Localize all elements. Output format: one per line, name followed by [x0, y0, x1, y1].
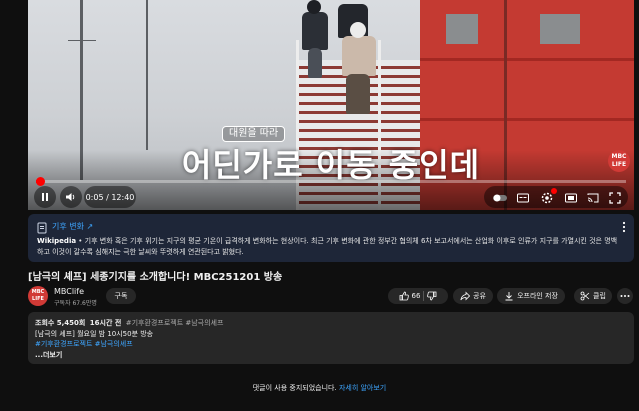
comments-disabled-text: 댓글이 사용 중지되었습니다. [252, 384, 337, 392]
building-window [446, 14, 478, 44]
fullscreen-button[interactable] [608, 190, 622, 204]
info-source: Wikipedia [37, 237, 77, 245]
subtitles-button[interactable] [516, 190, 530, 204]
like-count: 66 [411, 292, 421, 300]
channel-watermark: MBC LIFE [608, 150, 630, 172]
like-button[interactable]: 66 [399, 291, 421, 301]
document-icon [37, 222, 47, 234]
antenna-mast [146, 0, 148, 150]
person-figure [342, 36, 376, 76]
channel-avatar[interactable]: MBC LIFE [28, 286, 48, 306]
player-right-controls [484, 186, 628, 208]
cast-button[interactable] [586, 190, 600, 204]
subtitles-icon [517, 193, 529, 203]
person-figure [302, 12, 328, 50]
info-body: • 기후 변화 혹은 기후 위기는 지구의 평균 기온이 급격하게 변화하는 현… [37, 237, 618, 256]
download-icon [505, 292, 513, 301]
autoplay-toggle[interactable] [492, 190, 507, 204]
pause-icon [42, 193, 48, 201]
play-pause-button[interactable] [34, 186, 56, 208]
offline-save-label: 오프라인 저장 [517, 292, 558, 300]
more-horizontal-icon [620, 295, 630, 297]
autoplay-toggle-icon [493, 194, 507, 202]
meta-hashtags: #기후환경프로젝트 #남극의셰프 [125, 319, 224, 327]
share-label: 공유 [473, 292, 486, 300]
thumbs-up-icon [399, 291, 409, 301]
more-actions-button[interactable] [617, 288, 633, 304]
context-info-panel: 기후 변화 ↗ Wikipedia • 기후 변화 혹은 기후 위기는 지구의 … [28, 214, 634, 262]
cast-icon [587, 193, 599, 203]
description-hashtags[interactable]: #기후환경프로젝트 #남극의셰프 [35, 339, 133, 349]
progress-scrubber[interactable] [35, 177, 45, 186]
progress-bar[interactable] [35, 177, 626, 186]
video-title: [남극의 셰프] 세종기지를 소개합니다! MBC251201 방송 [28, 272, 283, 283]
dislike-button[interactable] [427, 291, 437, 301]
miniplayer-button[interactable] [564, 190, 578, 204]
channel-name[interactable]: MBClife [54, 287, 84, 296]
description-box[interactable]: 조회수 5,450회 16시간 전 #기후환경프로젝트 #남극의셰프 [남극의 … [28, 312, 634, 364]
scissors-icon [580, 291, 590, 301]
description-meta: 조회수 5,450회 16시간 전 #기후환경프로젝트 #남극의셰프 [35, 318, 223, 328]
antenna-crossbar [68, 40, 96, 41]
show-more-link[interactable]: ...더보기 [35, 350, 62, 360]
thumbs-down-icon [427, 291, 437, 301]
info-topic-label: 기후 변화 [52, 222, 84, 231]
info-topic-link[interactable]: 기후 변화 ↗ [52, 222, 93, 232]
left-margin [0, 0, 28, 411]
clip-button[interactable]: 클립 [574, 288, 612, 304]
learn-more-link[interactable]: 자세히 알아보기 [339, 384, 386, 392]
broadcast-schedule: [남극의 셰프] 월요일 밤 10시50분 방송 [35, 330, 154, 338]
volume-icon [66, 193, 75, 201]
right-margin [634, 0, 639, 411]
upload-age: 16시간 전 [89, 319, 122, 327]
settings-button[interactable] [540, 188, 557, 204]
clip-label: 클립 [593, 292, 606, 300]
share-icon [460, 291, 471, 301]
external-link-icon: ↗ [86, 222, 94, 231]
fullscreen-icon [609, 192, 621, 204]
like-dislike-group: 66 [388, 288, 448, 304]
more-vertical-icon[interactable] [620, 220, 628, 234]
building-window [540, 14, 580, 44]
view-count: 조회수 5,450회 [35, 319, 86, 327]
info-description: Wikipedia • 기후 변화 혹은 기후 위기는 지구의 평균 기온이 급… [37, 236, 621, 258]
offline-save-button[interactable]: 오프라인 저장 [497, 288, 565, 304]
miniplayer-icon [565, 193, 577, 203]
watch-page: 대원을 따라 어딘가로 이동 중인데 MBCLIFE 0:05 / 12:40 [0, 0, 639, 411]
subscribe-button[interactable]: 구독 [106, 288, 136, 304]
hd-badge [551, 188, 557, 194]
comments-disabled-notice: 댓글이 사용 중지되었습니다. 자세히 알아보기 [0, 383, 639, 393]
share-button[interactable]: 공유 [453, 288, 493, 304]
video-player[interactable]: 대원을 따라 어딘가로 이동 중인데 MBC LIFE 0:05 / 12:40 [28, 0, 634, 210]
time-display: 0:05 / 12:40 [84, 186, 136, 208]
subscriber-count: 구독자 67.6만명 [54, 300, 97, 307]
volume-button[interactable] [60, 186, 82, 208]
divider [423, 291, 425, 301]
